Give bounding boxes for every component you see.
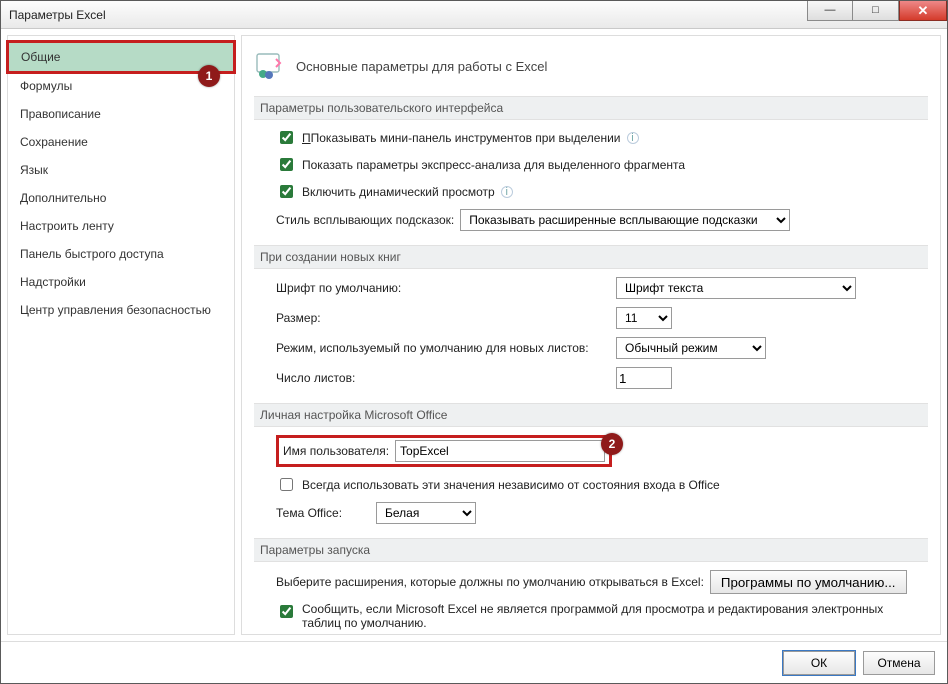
lbl-warn-default: Сообщить, если Microsoft Excel не являет… (302, 602, 902, 630)
chk-warn-default[interactable] (280, 605, 293, 618)
window-title: Параметры Excel (9, 8, 106, 22)
sidebar-item-proofing[interactable]: Правописание (8, 100, 234, 128)
minimize-button[interactable]: — (807, 1, 853, 21)
lbl-minipanel: ППоказывать мини-панель инструментов при… (302, 131, 621, 145)
select-font-size[interactable]: 11 (616, 307, 672, 329)
info-icon[interactable]: i (627, 132, 639, 144)
lbl-office-theme: Тема Office: (276, 506, 370, 520)
input-username[interactable] (395, 440, 605, 462)
section-title-newbooks: При создании новых книг (254, 245, 928, 269)
section-title-ui: Параметры пользовательского интерфейса (254, 96, 928, 120)
ok-button[interactable]: ОК (783, 651, 855, 675)
cancel-button[interactable]: Отмена (863, 651, 935, 675)
info-icon[interactable]: i (501, 186, 513, 198)
chk-dynpreview[interactable] (280, 185, 293, 198)
highlight-username: Имя пользователя: (276, 435, 612, 467)
chk-always-use[interactable] (280, 478, 293, 491)
lbl-default-view: Режим, используемый по умолчанию для нов… (276, 341, 616, 355)
section-title-startup: Параметры запуска (254, 538, 928, 562)
chk-minipanel[interactable] (280, 131, 293, 144)
sidebar-item-advanced[interactable]: Дополнительно (8, 184, 234, 212)
maximize-button[interactable]: □ (853, 1, 899, 21)
lbl-default-ext: Выберите расширения, которые должны по у… (276, 575, 704, 589)
window-controls: — □ ✕ (807, 1, 947, 23)
lbl-font-size: Размер: (276, 311, 616, 325)
lbl-username: Имя пользователя: (283, 444, 389, 458)
category-sidebar: Общие Формулы Правописание Сохранение Яз… (7, 35, 235, 635)
btn-default-programs[interactable]: Программы по умолчанию... (710, 570, 907, 594)
lbl-default-font: Шрифт по умолчанию: (276, 281, 616, 295)
annotation-badge-2: 2 (601, 433, 623, 455)
select-office-theme[interactable]: Белая (376, 502, 476, 524)
general-options-icon (254, 50, 286, 82)
section-title-personal: Личная настройка Microsoft Office (254, 403, 928, 427)
sidebar-item-customize-ribbon[interactable]: Настроить ленту (8, 212, 234, 240)
sidebar-item-addins[interactable]: Надстройки (8, 268, 234, 296)
dialog-footer: ОК Отмена (1, 641, 947, 683)
lbl-tooltip-style: Стиль всплывающих подсказок: (276, 213, 454, 227)
annotation-badge-1: 1 (198, 65, 220, 87)
lbl-dynpreview: Включить динамический просмотр (302, 185, 495, 199)
chk-express[interactable] (280, 158, 293, 171)
select-default-view[interactable]: Обычный режим (616, 337, 766, 359)
sidebar-item-quick-access[interactable]: Панель быстрого доступа (8, 240, 234, 268)
sidebar-item-save[interactable]: Сохранение (8, 128, 234, 156)
input-sheet-count[interactable] (616, 367, 672, 389)
select-default-font[interactable]: Шрифт текста (616, 277, 856, 299)
titlebar: Параметры Excel — □ ✕ (1, 1, 947, 29)
lbl-express: Показать параметры экспресс-анализа для … (302, 158, 685, 172)
lbl-always-use: Всегда использовать эти значения независ… (302, 478, 720, 492)
sidebar-item-language[interactable]: Язык (8, 156, 234, 184)
excel-options-window: Параметры Excel — □ ✕ Общие Формулы Прав… (0, 0, 948, 684)
page-heading: Основные параметры для работы с Excel (296, 59, 547, 74)
sidebar-item-trust-center[interactable]: Центр управления безопасностью (8, 296, 234, 324)
lbl-sheet-count: Число листов: (276, 371, 616, 385)
close-button[interactable]: ✕ (899, 1, 947, 21)
content-panel: Основные параметры для работы с Excel Па… (241, 35, 941, 635)
select-tooltip-style[interactable]: Показывать расширенные всплывающие подск… (460, 209, 790, 231)
